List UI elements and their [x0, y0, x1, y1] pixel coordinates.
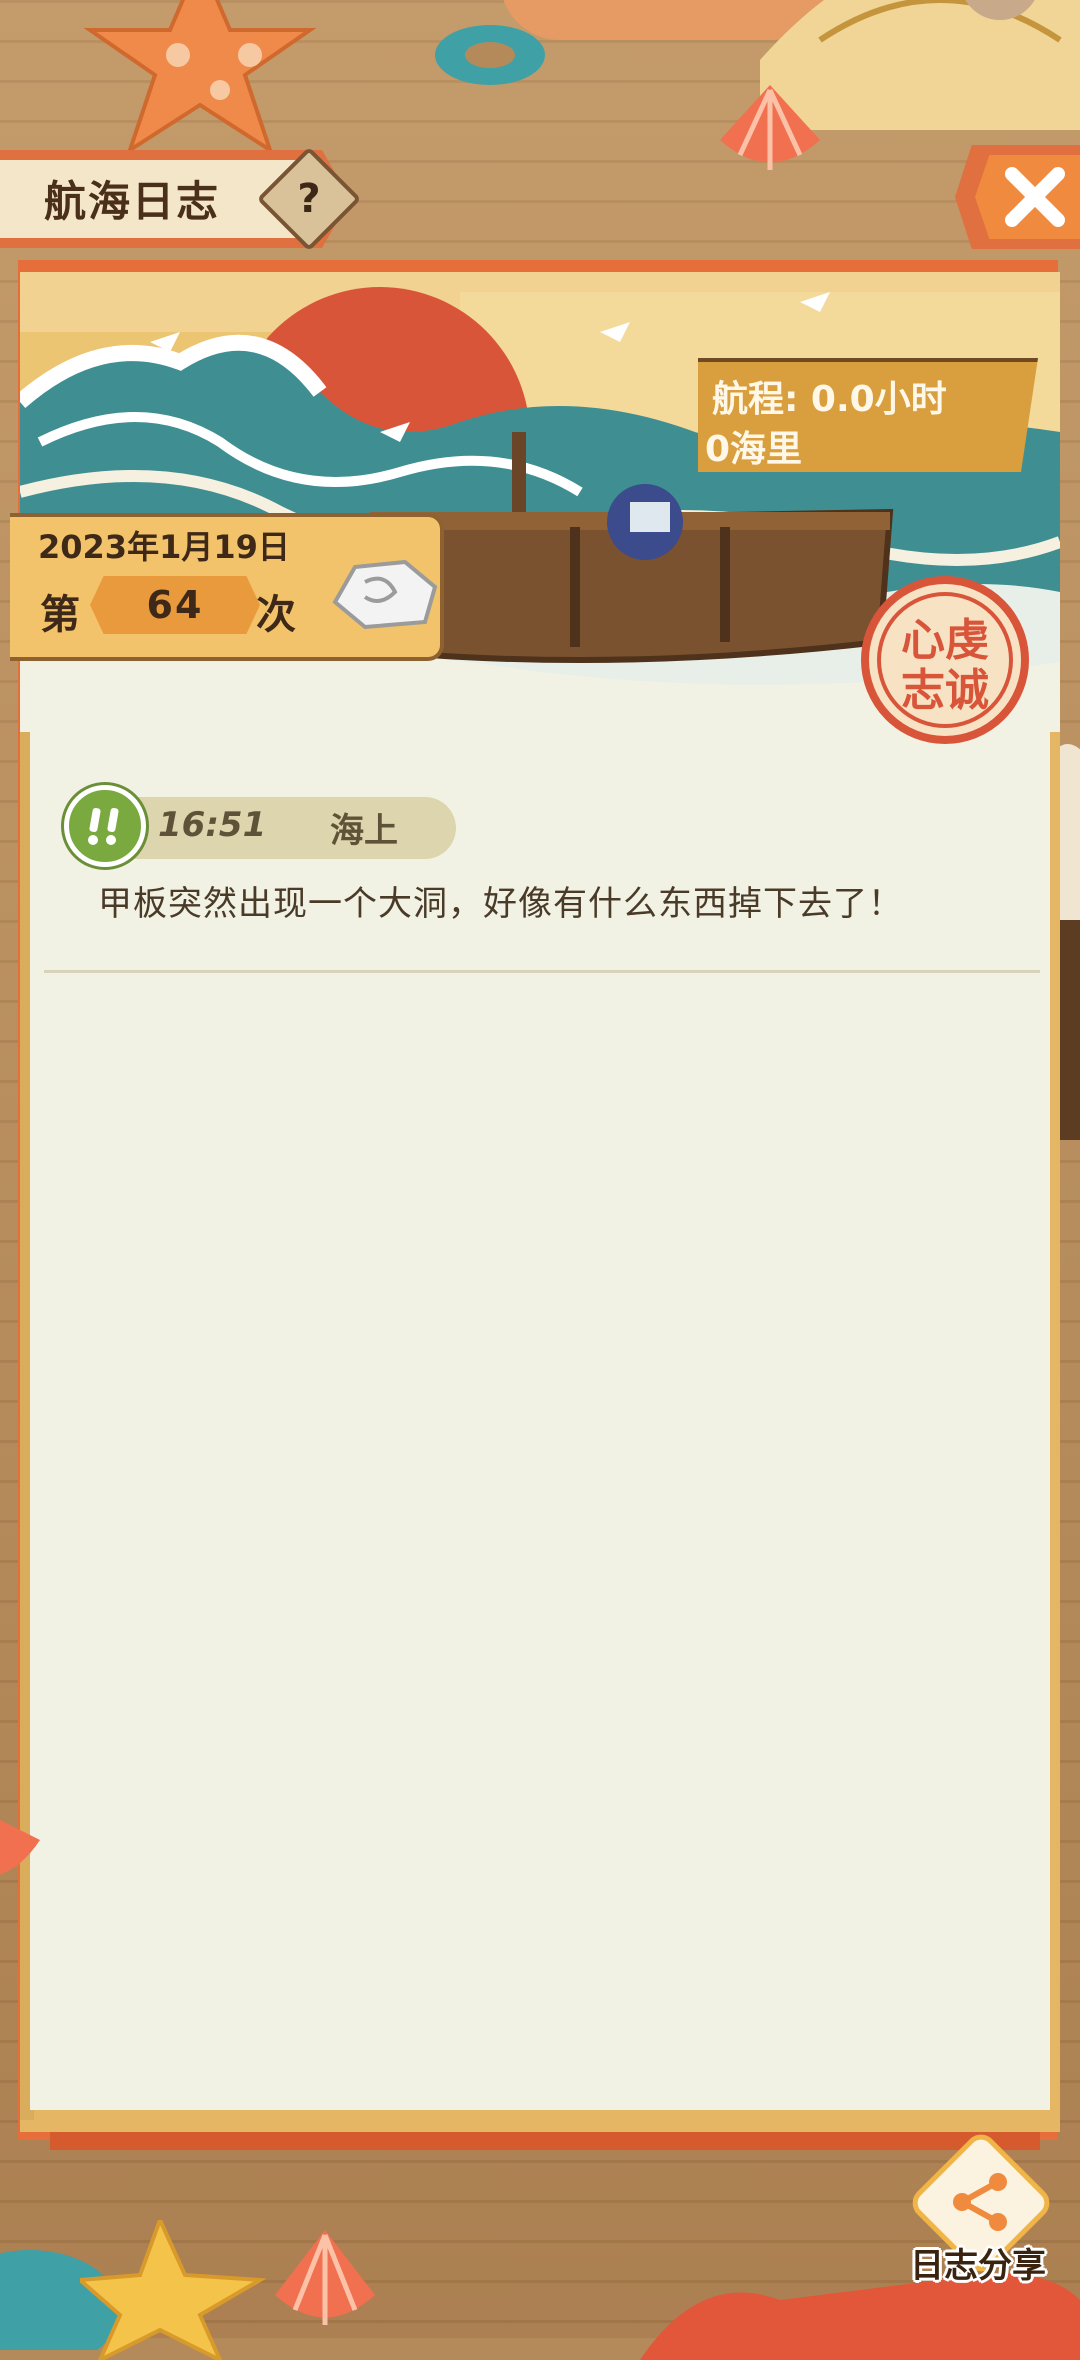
share-label[interactable]: 日志分享	[910, 2238, 1046, 2287]
shell-icon	[275, 2230, 375, 2325]
count-suffix: 次	[256, 592, 296, 638]
shell-icon	[0, 1820, 40, 1875]
alert-icon	[64, 785, 146, 867]
close-icon[interactable]	[1000, 162, 1070, 232]
stamp-text-1: 心虔	[901, 615, 989, 666]
starfish-icon	[83, 0, 317, 155]
voyage-distance: 0海里	[705, 429, 803, 470]
log-entry-place: 海上	[330, 811, 398, 851]
sincerity-stamp: 心虔 志诚	[861, 576, 1029, 744]
log-entry-time: 16:51	[158, 805, 267, 845]
log-date: 2023年1月19日	[38, 528, 290, 566]
divider	[44, 970, 1040, 973]
stamp-text-2: 志诚	[901, 665, 989, 716]
voyage-count: 64	[146, 583, 204, 627]
starfish-icon	[80, 2220, 267, 2360]
ring-icon	[435, 25, 545, 85]
voyage-duration: 航程: 0.0小时	[712, 379, 947, 420]
question-icon[interactable]: ?	[272, 162, 346, 236]
count-prefix: 第	[40, 592, 80, 638]
log-entry-text: 甲板突然出现一个大洞，好像有什么东西掉下去了！	[98, 884, 903, 924]
shell-icon	[720, 85, 820, 170]
page-title: 航海日志	[44, 177, 221, 226]
rock-icon	[332, 559, 438, 630]
share-icon[interactable]	[940, 2162, 1020, 2242]
close-button[interactable]	[975, 155, 1080, 239]
